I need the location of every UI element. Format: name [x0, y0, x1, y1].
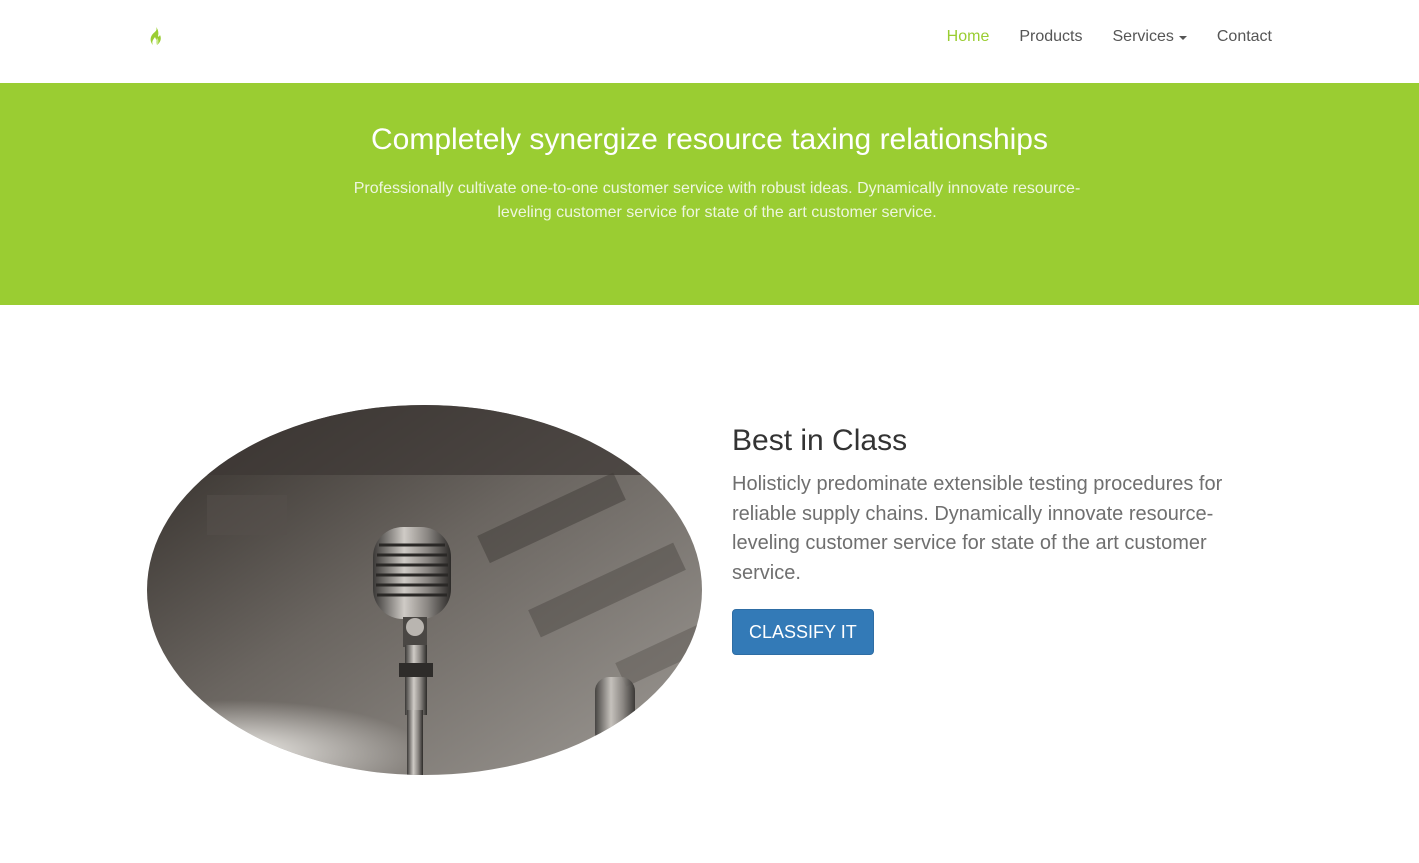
nav-item-label: Home: [946, 27, 990, 45]
feature-description: Holisticly predominate extensible testin…: [732, 473, 1223, 584]
feature-title: Best in Class: [732, 424, 908, 457]
nav-item-services[interactable]: Services: [1098, 28, 1202, 46]
hero-subtitle: Professionally cultivate one-to-one cust…: [353, 180, 1081, 221]
microphone-photo: [147, 405, 702, 775]
nav-item-label: Contact: [1216, 27, 1272, 45]
main-nav: Home Products Services Contact: [932, 0, 1287, 73]
caret-down-icon: [1178, 35, 1187, 40]
nav-item-home[interactable]: Home: [932, 28, 1005, 46]
feature-section: Best in Class Holisticly predominate ext…: [732, 420, 1272, 655]
hero-title: Completely synergize resource taxing rel…: [371, 123, 1048, 156]
classify-it-button[interactable]: CLASSIFY IT: [732, 609, 874, 655]
nav-item-products[interactable]: Products: [1004, 28, 1097, 46]
flame-logo-icon[interactable]: [146, 26, 166, 48]
hero-banner: Completely synergize resource taxing rel…: [0, 83, 1419, 305]
navbar: Home Products Services Contact: [0, 0, 1419, 83]
nav-item-contact[interactable]: Contact: [1202, 28, 1287, 46]
nav-item-label: Products: [1019, 27, 1083, 45]
nav-item-label: Services: [1112, 27, 1174, 45]
